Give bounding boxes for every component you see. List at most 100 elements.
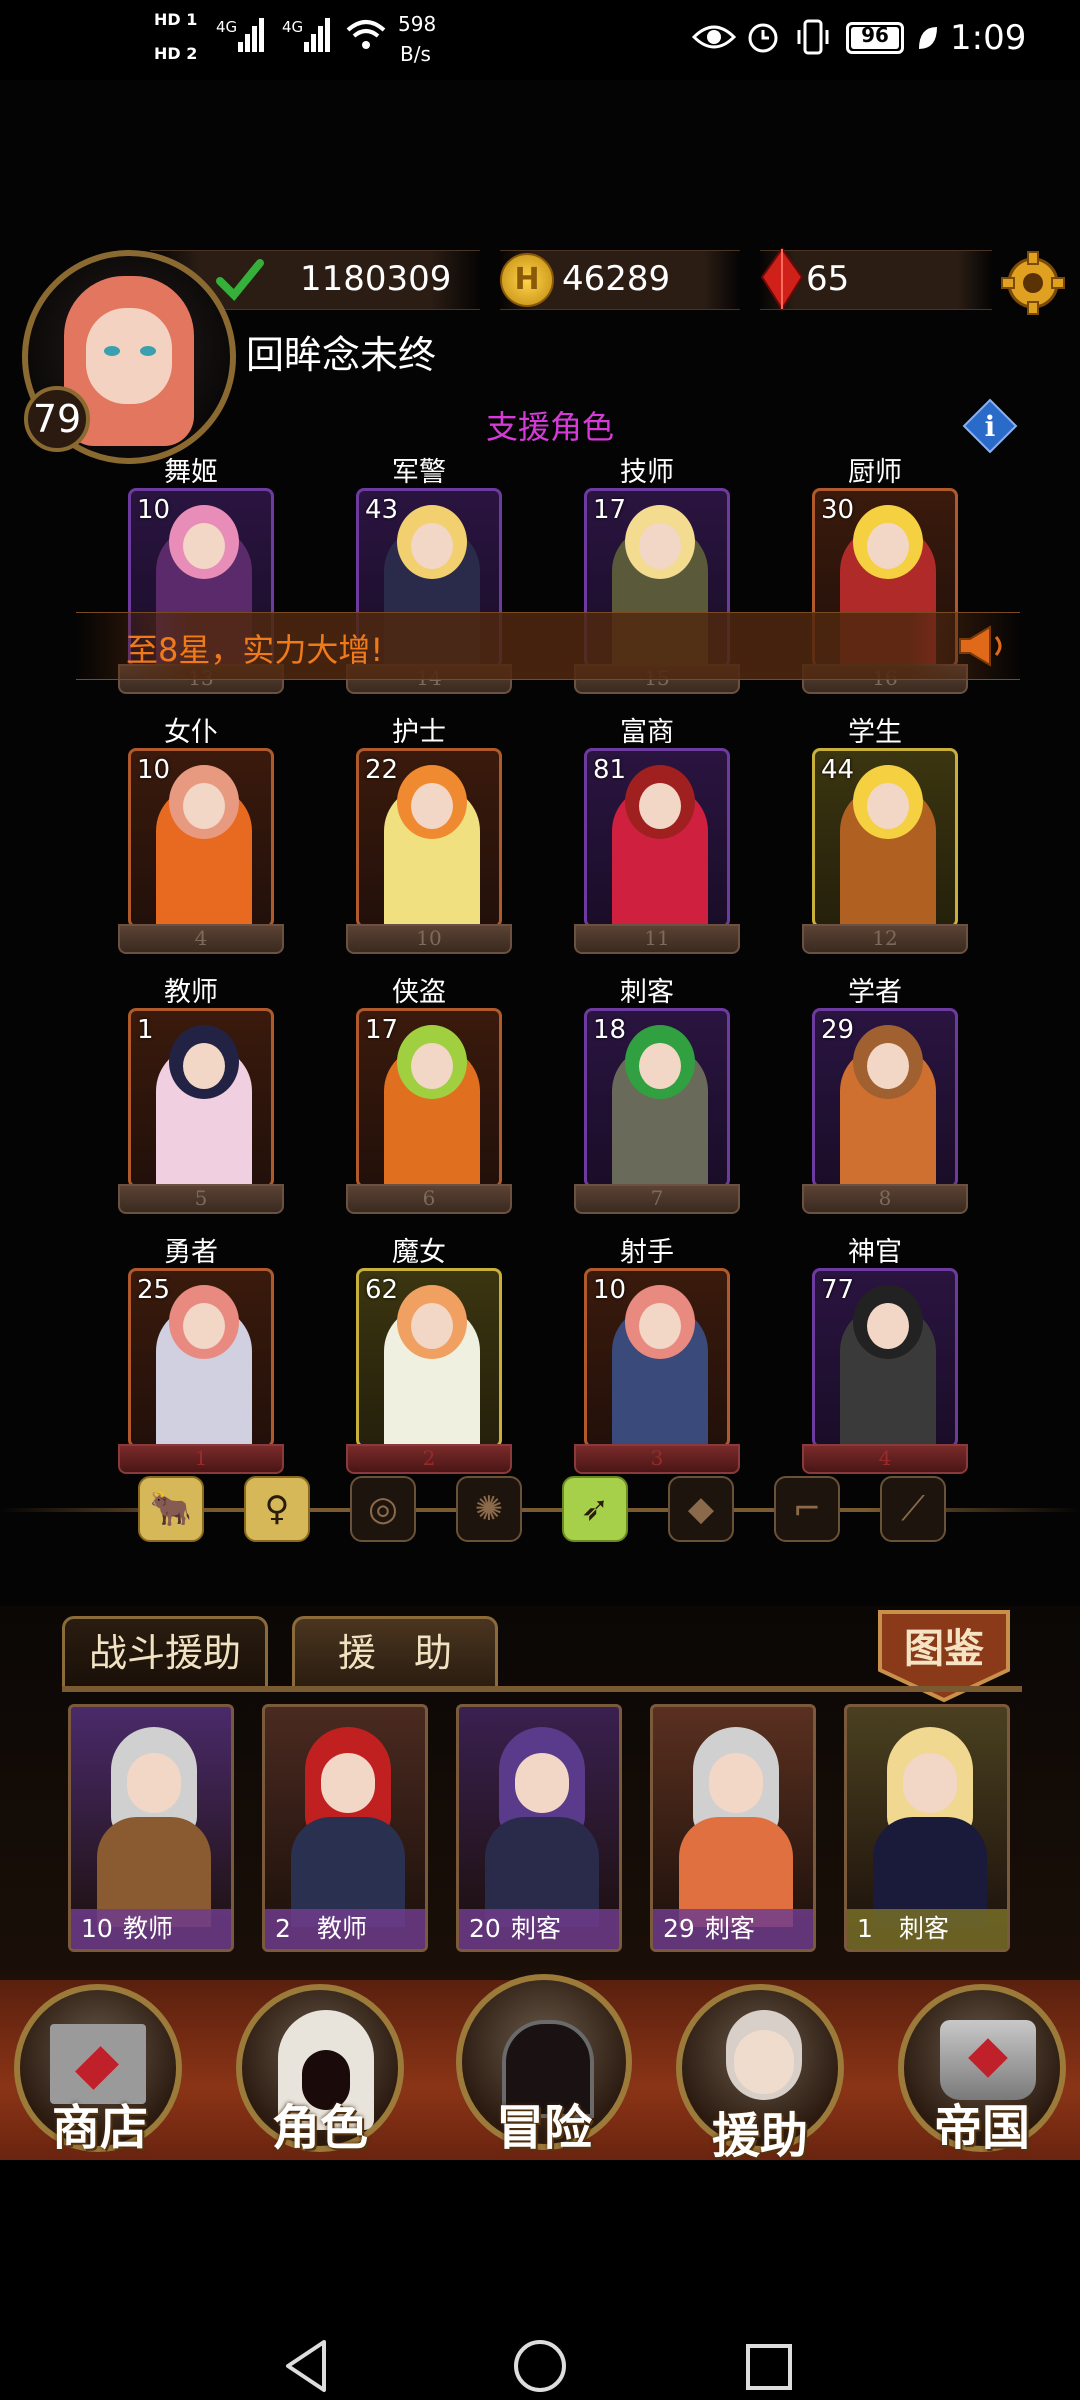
wifi-icon [346,18,386,52]
role-card[interactable]: 22 [356,748,502,928]
support-roles-title: 支援角色 [485,408,614,446]
power-value: 1180309 [300,259,452,299]
claw-icon[interactable]: ⟋ [880,1476,946,1542]
role-name: 舞姬 [164,457,218,488]
assist-card[interactable]: 1 刺客 [844,1704,1010,1952]
role-level: 17 [365,1015,399,1045]
role-slot-plate: 12 [802,924,968,954]
role-card[interactable]: 62 [356,1268,502,1448]
assist-portrait-face [709,1753,763,1813]
gem-bar: 65 [760,247,992,311]
role-portrait-face [411,523,453,569]
role-slot[interactable]: 女仆 10 4 [118,710,288,960]
net2-label: 4G [282,18,304,36]
role-slot-plate: 11 [574,924,740,954]
bow-icon[interactable]: ➶ [562,1476,628,1542]
role-name: 女仆 [164,717,218,748]
role-slot-plate: 4 [118,924,284,954]
role-card[interactable]: 18 [584,1008,730,1188]
role-slot[interactable]: 刺客 18 7 [574,970,744,1220]
encyclopedia-label: 图鉴 [904,1625,984,1672]
assist-card[interactable]: 10 教师 [68,1704,234,1952]
assist-card[interactable]: 29 刺客 [650,1704,816,1952]
vibrate-icon [796,18,830,56]
promo-banner[interactable]: 至8星，实力大增! [76,612,1020,680]
settings-gear-icon[interactable] [1000,250,1066,316]
tab-assist[interactable]: 援 助 [292,1616,498,1688]
role-slot[interactable]: 射手 10 3 [574,1230,744,1480]
role-slot-plate: 3 [574,1444,740,1474]
recents-icon[interactable] [746,2344,792,2390]
role-portrait-face [411,783,453,829]
net1-label: 4G [216,18,238,36]
tab-divider [62,1686,1022,1692]
role-card[interactable]: 10 [128,748,274,928]
promo-banner-text: 至8星，实力大增! [126,631,384,669]
role-portrait-face [867,1043,909,1089]
role-portrait-face [183,1303,225,1349]
role-portrait-face [183,783,225,829]
role-portrait-face [639,1303,681,1349]
role-card[interactable]: 77 [812,1268,958,1448]
assist-portrait-face [515,1753,569,1813]
red-gem-icon [760,247,804,311]
role-name: 刺客 [620,977,674,1008]
role-portrait-face [639,783,681,829]
nav-role-label: 角色 [271,2100,368,2156]
role-level: 10 [137,495,171,525]
role-name: 学者 [848,977,902,1008]
role-level: 10 [137,755,171,785]
check-icon [216,257,264,301]
nav-adventure-label: 冒险 [495,2100,592,2156]
role-slot[interactable]: 勇者 25 1 [118,1230,288,1480]
wheel-icon[interactable]: ✺ [456,1476,522,1542]
role-level: 22 [365,755,399,785]
assist-card-footer: 10 教师 [71,1909,231,1949]
role-slot[interactable]: 教师 1 5 [118,970,288,1220]
role-card[interactable]: 1 [128,1008,274,1188]
role-slot[interactable]: 护士 22 10 [346,710,516,960]
tab-battle-assist[interactable]: 战斗援助 [62,1616,268,1688]
role-card[interactable]: 25 [128,1268,274,1448]
role-card[interactable]: 44 [812,748,958,928]
home-icon[interactable] [514,2340,566,2392]
assist-portrait-face [321,1753,375,1813]
back-icon[interactable] [280,2338,336,2394]
role-slot[interactable]: 学生 44 12 [802,710,972,960]
system-nav-bar [0,2160,1080,2400]
role-slot[interactable]: 神官 77 4 [802,1230,972,1480]
role-name: 魔女 [392,1237,446,1268]
battery-icon: 96 [846,22,904,54]
role-portrait-face [183,1043,225,1089]
role-slot[interactable]: 魔女 62 2 [346,1230,516,1480]
assist-card[interactable]: 20 刺客 [456,1704,622,1952]
gold-value: 46289 [562,259,671,299]
role-card[interactable]: 81 [584,748,730,928]
battery-level: 96 [861,23,889,47]
role-slot[interactable]: 学者 29 8 [802,970,972,1220]
boot-icon[interactable]: ⌐ [774,1476,840,1542]
role-name: 神官 [848,1237,902,1268]
gem-icon[interactable]: ◆ [668,1476,734,1542]
beast-icon[interactable]: 🐂 [138,1476,204,1542]
role-name: 厨师 [848,457,902,488]
role-name: 侠盗 [392,977,446,1008]
target-icon[interactable]: ◎ [350,1476,416,1542]
role-name: 军警 [392,457,446,488]
role-slot[interactable]: 富商 81 11 [574,710,744,960]
info-icon[interactable]: i [962,398,1018,454]
role-card[interactable]: 29 [812,1008,958,1188]
role-card[interactable]: 10 [584,1268,730,1448]
role-level: 18 [593,1015,627,1045]
assist-card-footer: 1 刺客 [847,1909,1007,1949]
role-portrait-face [867,1303,909,1349]
woman-icon[interactable]: ♀ [244,1476,310,1542]
role-card[interactable]: 17 [356,1008,502,1188]
role-slot-plate: 7 [574,1184,740,1214]
assist-card[interactable]: 2 教师 [262,1704,428,1952]
role-slot-plate: 2 [346,1444,512,1474]
role-slot[interactable]: 侠盗 17 6 [346,970,516,1220]
player-name: 回眸念未终 [246,333,437,377]
category-filter-row: 🐂 ♀ ◎ ✺ ➶ ◆ ⌐ ⟋ [138,1476,958,1546]
nav-assist-label: 援助 [711,2108,808,2164]
